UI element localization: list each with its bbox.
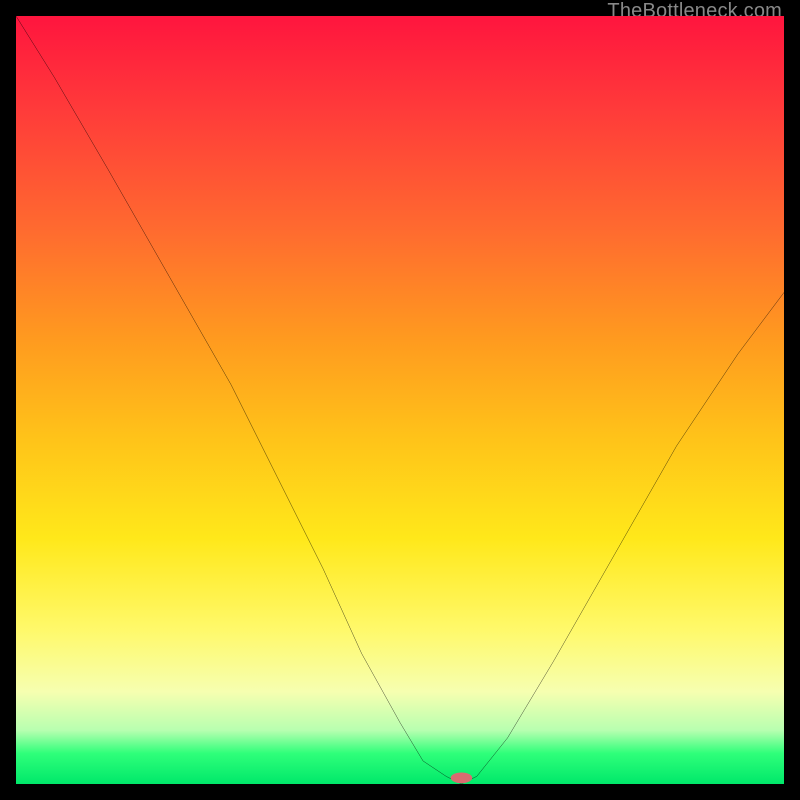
chart-frame: TheBottleneck.com bbox=[0, 0, 800, 800]
curve-svg bbox=[16, 16, 784, 784]
bottleneck-curve-path bbox=[16, 16, 784, 784]
plot-area bbox=[16, 16, 784, 784]
optimal-marker bbox=[451, 772, 473, 783]
